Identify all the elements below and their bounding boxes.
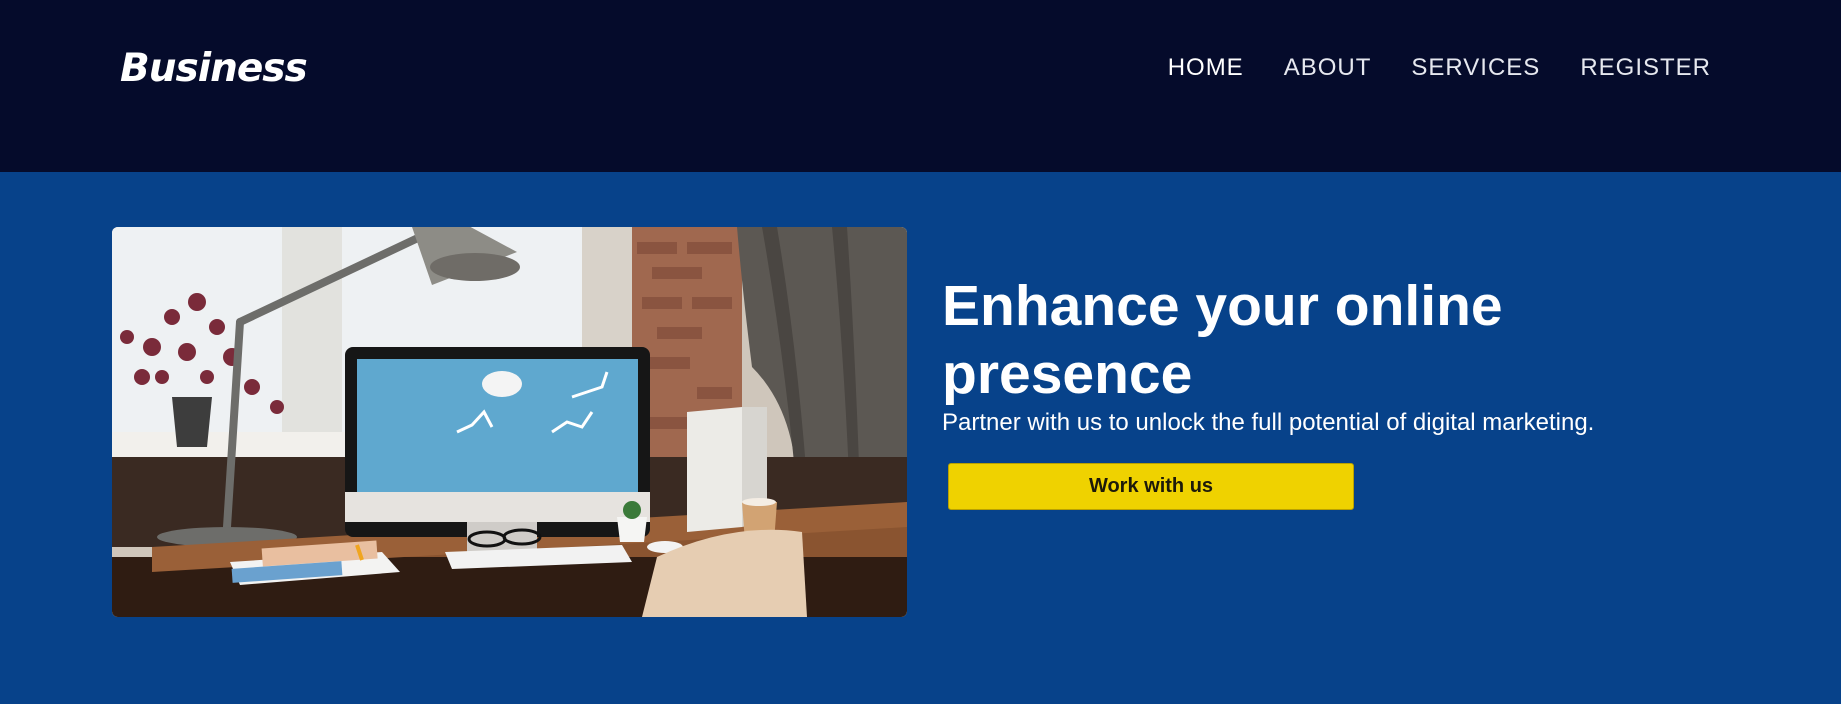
hero-text: Enhance your online presence Partner wit… [942, 272, 1642, 510]
nav-link-home[interactable]: HOME [1168, 54, 1244, 82]
nav-link-about[interactable]: ABOUT [1284, 54, 1372, 82]
hero-title: Enhance your online presence [942, 274, 1503, 406]
hero-subtitle: Partner with us to unlock the full poten… [942, 409, 1595, 436]
nav-menu: HOME ABOUT SERVICES REGISTER [1168, 54, 1711, 82]
nav-link-register[interactable]: REGISTER [1580, 54, 1711, 82]
nav-link-services[interactable]: SERVICES [1411, 54, 1540, 82]
navbar: Business HOME ABOUT SERVICES REGISTER [0, 0, 1841, 172]
work-with-us-button[interactable]: Work with us [948, 463, 1354, 510]
hero-section: Enhance your online presence Partner wit… [0, 172, 1841, 704]
brand-logo[interactable]: Business [120, 46, 308, 91]
hero-image [112, 227, 907, 617]
